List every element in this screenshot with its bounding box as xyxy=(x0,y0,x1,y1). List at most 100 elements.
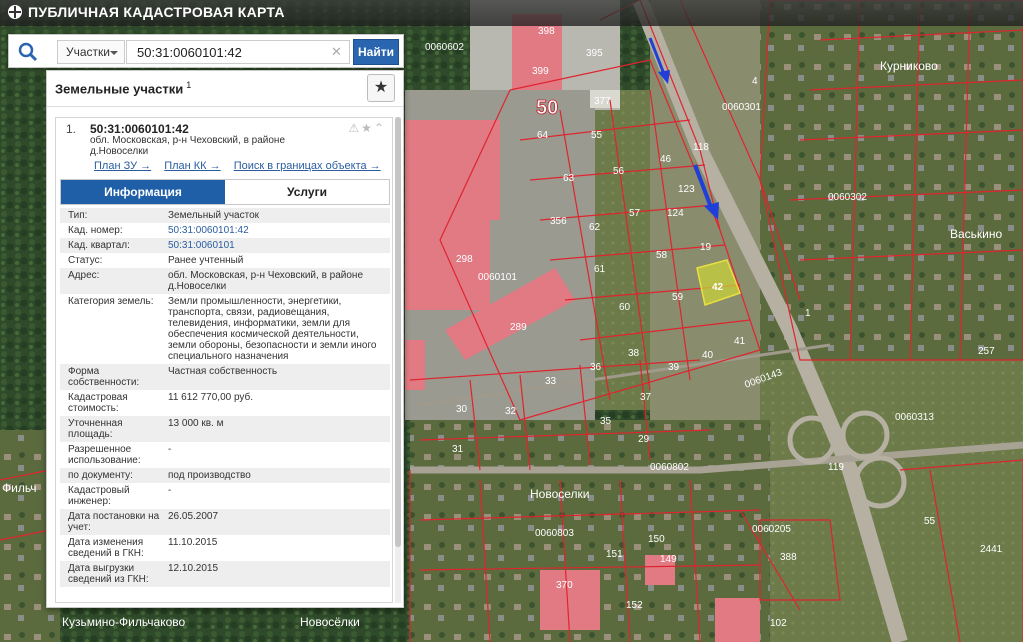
parcel-label: 57 xyxy=(629,208,641,219)
parcel-label: 152 xyxy=(626,600,643,611)
district-label: 0060302 xyxy=(828,192,867,203)
place-label: Кузьмино-Фильчаково xyxy=(62,615,185,629)
parcel-label: 58 xyxy=(656,250,668,261)
search-icon[interactable] xyxy=(17,41,39,63)
info-value: 26.05.2007 xyxy=(168,511,219,522)
info-row: Разрешенное использование: - xyxy=(60,442,390,468)
building xyxy=(405,340,425,390)
district-label: 0060803 xyxy=(535,528,574,539)
parcel-label: 62 xyxy=(589,222,601,233)
info-row: Дата постановки на учет: 26.05.2007 xyxy=(60,509,390,535)
result-address: обл. Московская, р-н Чеховский, в районе… xyxy=(90,135,286,157)
selected-parcel-label: 42 xyxy=(712,282,724,293)
scrollbar-thumb[interactable] xyxy=(395,117,401,547)
parcel-label: 55 xyxy=(924,516,936,527)
result-count: 1 xyxy=(186,80,192,90)
info-value: Земли промышленности, энергетики, трансп… xyxy=(168,296,377,362)
district-label: 0060101 xyxy=(478,272,517,283)
parcel-label: 123 xyxy=(678,184,695,195)
building xyxy=(540,570,600,630)
result-index: 1. xyxy=(66,122,77,136)
panel-title-text: Земельные участки xyxy=(55,81,184,97)
info-value-link[interactable]: 50:31:0060101:42 xyxy=(168,225,390,236)
parcel-label: 56 xyxy=(613,166,625,177)
info-value-link[interactable]: 50:31:0060101 xyxy=(168,240,390,251)
district-label: 0060313 xyxy=(895,412,934,423)
tab-services[interactable]: Услуги xyxy=(225,180,389,204)
results-panel: Земельные участки 1 ★ 1. 50:31:0060101:42… xyxy=(46,70,404,608)
parcel-label: 40 xyxy=(702,350,714,361)
info-value: 11.10.2015 xyxy=(168,537,218,548)
search-bar: Участки ✕ Найти xyxy=(8,34,404,68)
card-tabs: Информация Услуги xyxy=(60,179,390,205)
parcel-label: 29 xyxy=(638,434,650,445)
info-row: Кад. квартал: 50:31:0060101 xyxy=(60,238,390,253)
region-label: 50 xyxy=(536,97,558,119)
place-label: Васькино xyxy=(950,227,1003,241)
parcel-label: 150 xyxy=(648,534,665,545)
parcel-label: 119 xyxy=(828,462,844,473)
parcel-label: 31 xyxy=(452,444,464,455)
parcel-label: 149 xyxy=(660,554,677,565)
info-value: 13 000 кв. м xyxy=(168,418,224,429)
info-key: Кад. номер: xyxy=(68,225,123,236)
info-row: Адрес: обл. Московская, р-н Чеховский, в … xyxy=(60,268,390,294)
info-key: Форма собственности: xyxy=(68,366,140,388)
panel-title: Земельные участки 1 xyxy=(55,80,191,96)
result-cadnum[interactable]: 50:31:0060101:42 xyxy=(90,122,189,136)
search-within-link[interactable]: Поиск в границах объекта → xyxy=(234,160,381,172)
info-key: Адрес: xyxy=(68,270,100,281)
district-label: 0060802 xyxy=(650,462,689,473)
parcel-label: 60 xyxy=(619,302,631,313)
search-input[interactable] xyxy=(126,40,350,64)
info-value: обл. Московская, р-н Чеховский, в районе… xyxy=(168,270,364,292)
plan-kk-link[interactable]: План КК → xyxy=(164,160,220,172)
info-key: Кад. квартал: xyxy=(68,240,130,251)
parcel-label: 289 xyxy=(510,322,527,333)
parcel-label: 37 xyxy=(640,392,652,403)
parcel-label: 118 xyxy=(693,142,709,153)
star-icon[interactable]: ★ xyxy=(361,121,374,135)
parcel-label: 30 xyxy=(456,404,468,415)
plan-zu-link[interactable]: План ЗУ → xyxy=(94,160,151,172)
panel-scrollbar[interactable] xyxy=(395,117,401,603)
info-key: Дата изменения сведений в ГКН: xyxy=(68,537,144,559)
parcel-label: 298 xyxy=(456,254,473,265)
chevron-down-icon xyxy=(110,51,118,55)
favorite-button[interactable]: ★ xyxy=(367,74,395,102)
search-type-select[interactable]: Участки xyxy=(57,40,125,64)
building xyxy=(405,220,490,310)
clear-icon[interactable]: ✕ xyxy=(331,44,342,60)
parcel-label: 35 xyxy=(600,416,612,427)
info-row: Дата выгрузки сведений из ГКН: 12.10.2015 xyxy=(60,561,390,587)
place-label: Курниково xyxy=(880,59,938,73)
parcel-label: 398 xyxy=(538,26,555,37)
parcel-label: 36 xyxy=(590,362,602,373)
search-button[interactable]: Найти xyxy=(353,39,399,65)
app-title: ПУБЛИЧНАЯ КАДАСТРОВАЯ КАРТА xyxy=(8,4,285,20)
parcel-label: 102 xyxy=(770,618,787,629)
collapse-icon[interactable]: ⌃ xyxy=(374,121,386,135)
info-key: Тип: xyxy=(68,210,88,221)
parcel-label: 399 xyxy=(532,66,549,77)
place-label: Новосёлки xyxy=(300,615,360,629)
info-value: 11 612 770,00 руб. xyxy=(168,392,254,403)
info-key: Дата выгрузки сведений из ГКН: xyxy=(68,563,149,585)
parcel-card[interactable]: 1. 50:31:0060101:42 обл. Московская, р-н… xyxy=(55,117,393,603)
parcel-label: 370 xyxy=(556,580,573,591)
district-label: 0060301 xyxy=(722,102,761,113)
parcel-label: 41 xyxy=(734,336,746,347)
info-key: Уточненная площадь: xyxy=(68,418,123,440)
parcel-label: 61 xyxy=(594,264,606,275)
parcel-label: 2441 xyxy=(980,544,1003,555)
info-row: Категория земель: Земли промышленности, э… xyxy=(60,294,390,364)
tab-information[interactable]: Информация xyxy=(61,180,225,204)
warning-icon[interactable]: ⚠ xyxy=(348,121,361,135)
parcel-label: 356 xyxy=(550,216,567,227)
info-row: Кадастровая стоимость: 11 612 770,00 руб. xyxy=(60,390,390,416)
info-key: Дата постановки на учет: xyxy=(68,511,160,533)
card-links: План ЗУ → План КК → Поиск в границах объ… xyxy=(94,160,391,172)
info-key: Статус: xyxy=(68,255,103,266)
info-value: под производство xyxy=(168,470,251,481)
building xyxy=(715,598,760,642)
